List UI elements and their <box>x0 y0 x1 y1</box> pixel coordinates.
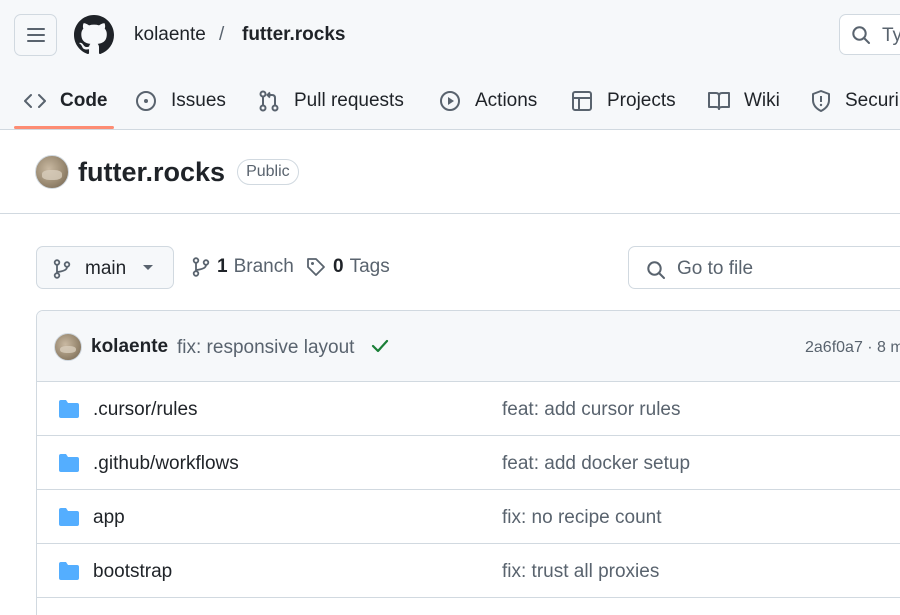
section-divider <box>0 213 900 214</box>
breadcrumb-separator: / <box>219 24 225 45</box>
code-icon <box>24 94 46 108</box>
go-to-file-input[interactable]: Go to file <box>628 246 900 289</box>
folder-icon <box>59 454 79 472</box>
commit-hash-time[interactable]: 2a6f0a7 · 8 m <box>805 339 900 357</box>
repo-owner-avatar[interactable] <box>35 155 69 189</box>
file-commit-message[interactable]: feat: add cursor rules <box>502 399 680 421</box>
breadcrumb-owner[interactable]: kolaente <box>134 24 206 46</box>
file-row[interactable]: .github/workflows feat: add docker setup <box>37 436 900 490</box>
tab-pull-requests[interactable]: Pull requests <box>258 72 404 130</box>
repo-name[interactable]: futter.rocks <box>78 157 225 188</box>
file-commit-message[interactable]: fix: no recipe count <box>502 507 661 529</box>
tab-issues[interactable]: Issues <box>135 72 226 130</box>
tab-pull-requests-label: Pull requests <box>294 90 404 111</box>
tab-projects-label: Projects <box>607 90 676 111</box>
git-branch-icon <box>192 257 210 277</box>
active-tab-indicator <box>14 126 114 129</box>
branches-link[interactable]: 1 Branch <box>192 256 294 278</box>
commit-author[interactable]: kolaente <box>91 336 168 358</box>
tab-security[interactable]: Securi <box>811 72 899 130</box>
folder-icon <box>59 508 79 526</box>
latest-commit-row: kolaente fix: responsive layout 2a6f0a7 … <box>37 311 900 382</box>
tag-count: 0 <box>333 256 344 277</box>
tab-security-label: Securi <box>845 90 899 111</box>
folder-icon <box>59 400 79 418</box>
github-logo-icon[interactable] <box>74 15 114 55</box>
file-row[interactable]: bootstrap fix: trust all proxies <box>37 544 900 598</box>
check-icon[interactable] <box>370 336 390 356</box>
branch-count: 1 <box>217 256 228 277</box>
visibility-badge: Public <box>237 159 299 185</box>
file-name[interactable]: .github/workflows <box>93 453 239 475</box>
chevron-down-icon <box>143 265 153 270</box>
global-search-input[interactable]: Ty <box>839 14 900 55</box>
tab-actions[interactable]: Actions <box>439 72 537 130</box>
commit-author-avatar[interactable] <box>54 333 82 361</box>
breadcrumb-repo[interactable]: futter.rocks <box>242 24 345 46</box>
menu-icon <box>26 28 45 42</box>
file-row[interactable]: app fix: no recipe count <box>37 490 900 544</box>
branch-count-label: Branch <box>233 256 294 277</box>
tab-issues-label: Issues <box>171 90 226 111</box>
hamburger-menu-button[interactable] <box>14 14 57 56</box>
tab-code-label: Code <box>60 90 108 111</box>
file-name[interactable]: .cursor/rules <box>93 399 198 421</box>
search-icon <box>647 261 665 279</box>
file-row[interactable]: .cursor/rules feat: add cursor rules <box>37 382 900 436</box>
folder-icon <box>59 562 79 580</box>
issue-opened-icon <box>136 91 156 111</box>
tags-link[interactable]: 0 Tags <box>306 256 390 278</box>
file-table: kolaente fix: responsive layout 2a6f0a7 … <box>36 310 900 615</box>
tab-code[interactable]: Code <box>24 72 108 130</box>
tab-wiki-label: Wiki <box>744 90 780 111</box>
global-header: kolaente / futter.rocks Ty Code Issues P… <box>0 0 900 130</box>
file-name[interactable]: app <box>93 507 125 529</box>
git-branch-icon <box>53 259 71 279</box>
branch-select-button[interactable]: main <box>36 246 174 289</box>
go-to-file-placeholder: Go to file <box>677 258 754 279</box>
file-commit-message[interactable]: feat: add docker setup <box>502 453 690 475</box>
repo-tab-bar: Code Issues Pull requests Actions Projec… <box>0 72 900 130</box>
file-name[interactable]: bootstrap <box>93 561 172 583</box>
book-icon <box>708 92 730 110</box>
tab-projects[interactable]: Projects <box>571 72 676 130</box>
search-icon <box>852 26 870 44</box>
global-search-placeholder: Ty <box>882 25 900 46</box>
tab-actions-label: Actions <box>475 90 538 111</box>
tag-icon <box>307 258 325 276</box>
tab-wiki[interactable]: Wiki <box>708 72 780 130</box>
git-pull-request-icon <box>259 90 279 112</box>
play-icon <box>440 91 460 111</box>
file-commit-message[interactable]: fix: trust all proxies <box>502 561 659 583</box>
tag-count-label: Tags <box>349 256 390 277</box>
shield-icon <box>812 90 830 112</box>
branch-name: main <box>85 258 127 279</box>
commit-message[interactable]: fix: responsive layout <box>177 337 354 359</box>
repo-title-row: futter.rocks Public <box>35 155 299 189</box>
table-icon <box>572 91 592 111</box>
